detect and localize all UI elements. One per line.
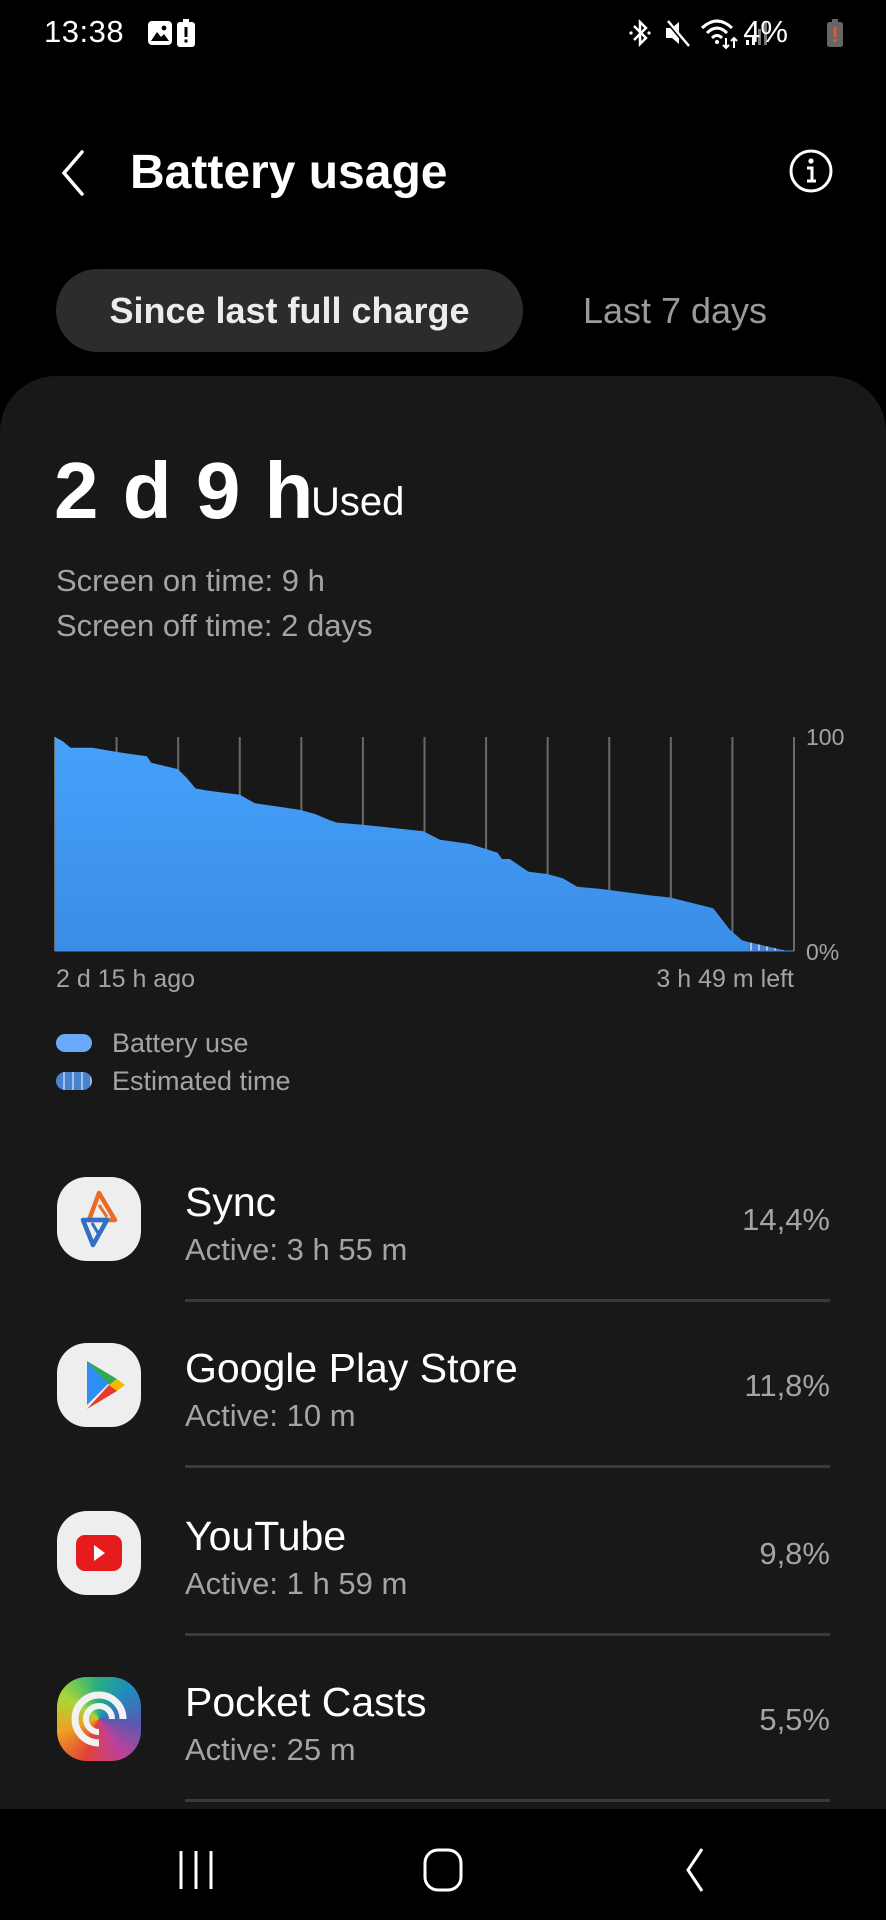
battery-percent: 4% <box>743 14 788 49</box>
sync-app-icon <box>57 1177 141 1261</box>
y-tick-100: 100 <box>806 724 844 750</box>
app-active-time: Active: 1 h 59 m <box>185 1566 408 1601</box>
estimated-time-area <box>749 942 788 951</box>
back-chevron-icon[interactable] <box>54 148 94 198</box>
divider <box>185 1799 830 1802</box>
legend-estimated-time: Estimated time <box>112 1066 291 1096</box>
used-label: Used <box>311 480 405 524</box>
app-active-time: Active: 3 h 55 m <box>185 1232 408 1267</box>
back-icon[interactable] <box>664 1845 724 1895</box>
battery-use-area <box>55 737 750 951</box>
used-time-value: 2 d 9 h <box>54 446 315 535</box>
divider <box>185 1465 830 1468</box>
recents-icon[interactable] <box>166 1845 226 1895</box>
y-tick-0: 0% <box>806 939 839 965</box>
app-name: Sync <box>185 1179 277 1225</box>
app-active-time: Active: 25 m <box>185 1732 356 1767</box>
bluetooth-icon <box>629 18 651 48</box>
app-row-youtube[interactable]: YouTube Active: 1 h 59 m 9,8% <box>0 1511 886 1677</box>
app-percent: 5,5% <box>759 1702 830 1737</box>
legend-battery-use-swatch <box>56 1034 92 1052</box>
divider <box>185 1633 830 1636</box>
screen-off-time: Screen off time: 2 days <box>56 608 373 643</box>
info-icon[interactable] <box>788 148 834 194</box>
pocket-casts-icon <box>57 1677 141 1761</box>
youtube-icon <box>57 1511 141 1595</box>
app-active-time: Active: 10 m <box>185 1398 356 1433</box>
app-name: Google Play Store <box>185 1345 518 1391</box>
app-percent: 11,8% <box>744 1368 830 1403</box>
screen-on-time: Screen on time: 9 h <box>56 563 325 598</box>
wifi-icon <box>700 19 738 50</box>
app-row-google-play-store[interactable]: Google Play Store Active: 10 m 11,8% <box>0 1343 886 1509</box>
battery-chart: 100 0% <box>54 724 844 965</box>
app-name: YouTube <box>185 1513 347 1559</box>
app-percent: 14,4% <box>742 1202 830 1237</box>
legend-battery-use: Battery use <box>112 1028 249 1058</box>
divider <box>185 1299 830 1302</box>
mute-icon <box>665 19 690 48</box>
gallery-notification-icon <box>148 21 172 45</box>
status-time: 13:38 <box>44 14 125 49</box>
x-end-label: 3 h 49 m left <box>656 965 794 993</box>
tab-last-7-days[interactable]: Last 7 days <box>540 269 810 352</box>
page-title: Battery usage <box>130 146 448 199</box>
google-play-store-icon <box>57 1343 141 1427</box>
x-start-label: 2 d 15 h ago <box>56 965 196 993</box>
app-percent: 9,8% <box>759 1536 830 1571</box>
battery-icon <box>827 19 843 47</box>
home-icon[interactable] <box>413 1845 473 1895</box>
legend-estimated-time-swatch <box>56 1072 92 1090</box>
app-name: Pocket Casts <box>185 1679 427 1725</box>
app-row-sync[interactable]: Sync Active: 3 h 55 m 14,4% <box>0 1177 886 1343</box>
tab-since-last-full-charge[interactable]: Since last full charge <box>56 269 523 352</box>
battery-alert-notification-icon <box>177 19 195 47</box>
